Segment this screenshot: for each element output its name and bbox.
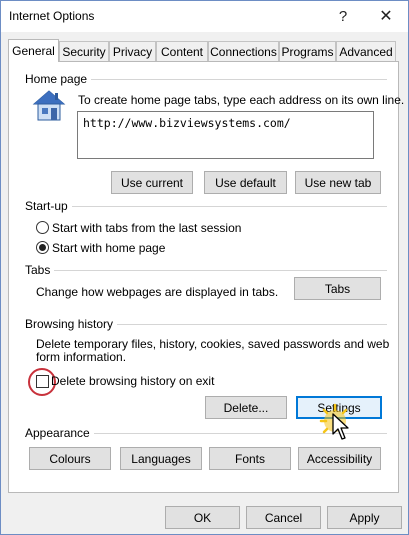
use-new-tab-button[interactable]: Use new tab [295, 171, 381, 194]
home-page-url-field[interactable]: http://www.bizviewsystems.com/ [77, 111, 374, 159]
title-bar: Internet Options ? ✕ [1, 1, 408, 32]
start-home-page-radio[interactable] [36, 241, 49, 254]
close-button[interactable]: ✕ [375, 5, 397, 27]
tab-programs[interactable]: Programs [279, 41, 336, 61]
colours-button[interactable]: Colours [29, 447, 111, 470]
window-title: Internet Options [9, 9, 95, 23]
tabs-settings-button[interactable]: Tabs [294, 277, 381, 300]
browsing-history-description-line1: Delete temporary files, history, cookies… [36, 337, 390, 351]
startup-group-label: Start-up [25, 199, 72, 213]
tab-content[interactable]: Content [156, 41, 208, 61]
delete-on-exit-checkbox[interactable] [36, 375, 49, 388]
languages-button[interactable]: Languages [120, 447, 202, 470]
tab-strip: General Security Privacy Content Connect… [8, 39, 398, 62]
delete-button[interactable]: Delete... [205, 396, 287, 419]
browsing-history-description-line2: form information. [36, 350, 127, 364]
mouse-pointer-icon [332, 413, 352, 441]
tab-privacy[interactable]: Privacy [109, 41, 156, 61]
tab-security[interactable]: Security [59, 41, 109, 61]
start-last-session-label[interactable]: Start with tabs from the last session [52, 221, 241, 235]
appearance-group-label: Appearance [25, 426, 94, 440]
help-button[interactable]: ? [332, 5, 354, 27]
apply-button[interactable]: Apply [327, 506, 402, 529]
tabs-description: Change how webpages are displayed in tab… [36, 285, 279, 299]
house-icon [32, 89, 66, 123]
tabs-group-label: Tabs [25, 263, 55, 277]
home-page-description: To create home page tabs, type each addr… [78, 93, 405, 107]
fonts-button[interactable]: Fonts [209, 447, 291, 470]
tab-general[interactable]: General [8, 39, 59, 62]
internet-options-window: Internet Options ? ✕ General Security Pr… [0, 0, 409, 535]
start-home-page-label[interactable]: Start with home page [52, 241, 165, 255]
ok-button[interactable]: OK [165, 506, 240, 529]
home-page-group-label: Home page [25, 72, 92, 86]
accessibility-button[interactable]: Accessibility [298, 447, 381, 470]
delete-on-exit-label[interactable]: Delete browsing history on exit [51, 374, 214, 388]
use-current-button[interactable]: Use current [111, 171, 193, 194]
browsing-history-group-label: Browsing history [25, 317, 118, 331]
tab-advanced[interactable]: Advanced [336, 41, 396, 61]
startup-divider [25, 206, 387, 207]
cancel-button[interactable]: Cancel [246, 506, 321, 529]
tabs-divider [25, 270, 387, 271]
tab-connections[interactable]: Connections [208, 41, 279, 61]
start-last-session-radio[interactable] [36, 221, 49, 234]
use-default-button[interactable]: Use default [204, 171, 287, 194]
